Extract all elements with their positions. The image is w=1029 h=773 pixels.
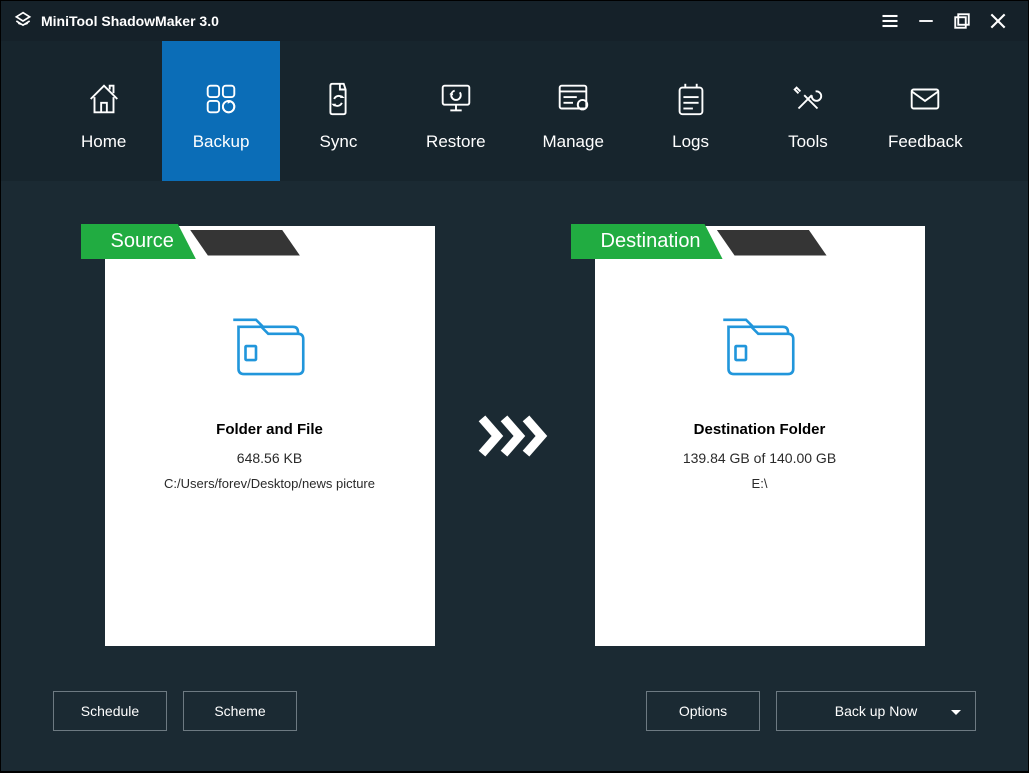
- navbar: Home Backup Sync Restore Manage: [1, 41, 1028, 181]
- feedback-icon: [906, 80, 944, 118]
- destination-size: 139.84 GB of 140.00 GB: [683, 450, 836, 466]
- destination-header: Destination: [571, 224, 827, 259]
- schedule-button[interactable]: Schedule: [53, 691, 167, 731]
- sync-icon: [319, 80, 357, 118]
- source-path: C:/Users/forev/Desktop/news picture: [152, 476, 387, 491]
- manage-icon: [554, 80, 592, 118]
- folder-icon: [715, 311, 805, 381]
- source-size: 648.56 KB: [237, 450, 302, 466]
- scheme-button[interactable]: Scheme: [183, 691, 297, 731]
- maximize-button[interactable]: [944, 1, 980, 41]
- backup-icon: [202, 80, 240, 118]
- home-icon: [85, 80, 123, 118]
- backup-now-button[interactable]: Back up Now: [776, 691, 976, 731]
- nav-feedback[interactable]: Feedback: [867, 41, 984, 181]
- nav-logs[interactable]: Logs: [632, 41, 749, 181]
- nav-tools[interactable]: Tools: [749, 41, 866, 181]
- tools-icon: [789, 80, 827, 118]
- app-window: MiniTool ShadowMaker 3.0 Home Backup: [1, 1, 1028, 771]
- restore-icon: [437, 80, 475, 118]
- nav-manage[interactable]: Manage: [515, 41, 632, 181]
- source-header: Source: [81, 224, 300, 259]
- logs-icon: [672, 80, 710, 118]
- app-title: MiniTool ShadowMaker 3.0: [41, 13, 219, 29]
- arrows-icon: [477, 414, 553, 458]
- nav-home[interactable]: Home: [45, 41, 162, 181]
- source-card[interactable]: Source Folder and File 648.56 KB C:/User…: [105, 226, 435, 646]
- chevron-down-icon: [951, 703, 961, 719]
- destination-card[interactable]: Destination Destination Folder 139.84 GB…: [595, 226, 925, 646]
- footer: Schedule Scheme Options Back up Now: [1, 691, 1028, 771]
- minimize-button[interactable]: [908, 1, 944, 41]
- close-button[interactable]: [980, 1, 1016, 41]
- nav-backup[interactable]: Backup: [162, 41, 279, 181]
- titlebar: MiniTool ShadowMaker 3.0: [1, 1, 1028, 41]
- backup-content: Source Folder and File 648.56 KB C:/User…: [1, 181, 1028, 691]
- nav-sync[interactable]: Sync: [280, 41, 397, 181]
- nav-restore[interactable]: Restore: [397, 41, 514, 181]
- source-title: Folder and File: [216, 421, 323, 438]
- destination-title: Destination Folder: [694, 421, 826, 438]
- menu-button[interactable]: [872, 1, 908, 41]
- destination-path: E:\: [740, 476, 780, 491]
- folder-icon: [225, 311, 315, 381]
- app-logo-icon: [13, 11, 33, 31]
- options-button[interactable]: Options: [646, 691, 760, 731]
